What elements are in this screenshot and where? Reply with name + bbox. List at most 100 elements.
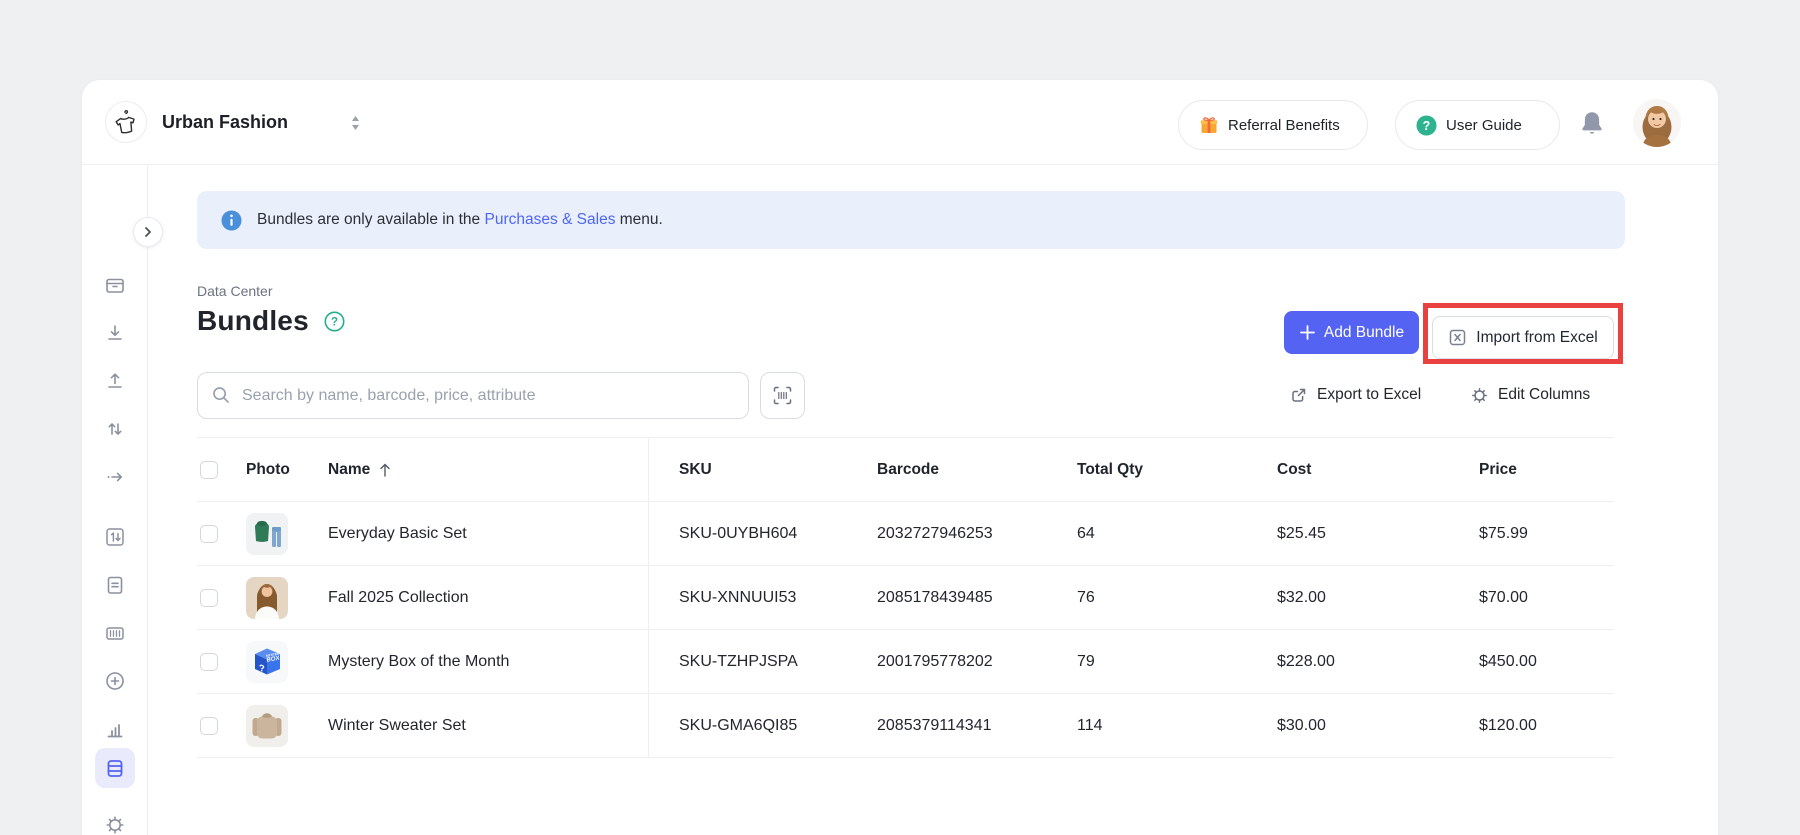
product-photo-blue-mystery-box: ? MYSTERY BOX: [246, 641, 288, 683]
svg-text:?: ?: [259, 662, 265, 674]
excel-icon: [1448, 328, 1467, 347]
workspace-selector[interactable]: [350, 80, 361, 165]
bundle-name: Mystery Box of the Month: [328, 653, 509, 671]
bundle-total-qty: 76: [1077, 589, 1095, 607]
bundle-barcode: 2001795778202: [877, 653, 993, 671]
gift-icon: [1199, 115, 1219, 135]
purchases-sales-link[interactable]: Purchases & Sales: [484, 211, 615, 228]
barcode-icon: [104, 622, 126, 644]
bundle-total-qty: 114: [1077, 717, 1103, 735]
bundle-sku: SKU-0UYBH604: [679, 525, 797, 543]
document-icon: [104, 574, 126, 596]
bundle-cost: $25.45: [1277, 525, 1326, 543]
edit-columns-button[interactable]: Edit Columns: [1470, 383, 1590, 407]
workspace-logo[interactable]: [105, 101, 147, 143]
sort-number-icon: [104, 526, 126, 548]
search-input[interactable]: [197, 372, 749, 419]
gear-icon: [1470, 386, 1489, 405]
bundles-table: Photo Name SKU Barcode Total Qty Cost Pr…: [197, 437, 1614, 758]
bundle-sku: SKU-TZHPJSPA: [679, 653, 798, 671]
expand-sidebar-button[interactable]: [133, 217, 163, 247]
sidebar-item-package[interactable]: [104, 274, 126, 296]
export-to-excel-button[interactable]: Export to Excel: [1289, 383, 1421, 407]
column-header-total-qty[interactable]: Total Qty: [1077, 461, 1143, 479]
settings-gear-icon: [104, 814, 126, 835]
bundle-barcode: 2085379114341: [877, 717, 992, 735]
svg-text:?: ?: [1423, 119, 1431, 133]
sidebar-item-documents[interactable]: [104, 574, 126, 596]
workspace-name: Urban Fashion: [162, 80, 288, 165]
bundle-cost: $32.00: [1277, 589, 1326, 607]
bundle-sku: SKU-GMA6QI85: [679, 717, 797, 735]
product-photo-woman-in-white-top: [246, 577, 288, 619]
row-checkbox[interactable]: [200, 589, 218, 607]
column-header-barcode[interactable]: Barcode: [877, 461, 939, 479]
export-icon: [1289, 386, 1308, 405]
user-guide-label: User Guide: [1446, 117, 1522, 134]
bundle-name: Winter Sweater Set: [328, 717, 466, 735]
banner-text: Bundles are only available in the Purcha…: [257, 211, 663, 229]
bell-icon: [1578, 108, 1606, 138]
bundle-sku: SKU-XNNUUI53: [679, 589, 796, 607]
table-row[interactable]: Everyday Basic Set SKU-0UYBH604 20327279…: [197, 502, 1614, 566]
package-icon: [104, 274, 126, 296]
notifications-button[interactable]: [1576, 107, 1608, 139]
sidebar-item-transfer[interactable]: [104, 418, 126, 440]
sidebar-item-bundles-active[interactable]: [95, 748, 135, 788]
bundle-price: $75.99: [1479, 525, 1528, 543]
sidebar-item-upload[interactable]: [104, 370, 126, 392]
avatar-memoji: [1633, 99, 1681, 147]
bundle-total-qty: 79: [1077, 653, 1095, 671]
product-photo-beige-sweater: [246, 705, 288, 747]
column-header-price[interactable]: Price: [1479, 461, 1517, 479]
column-header-photo[interactable]: Photo: [246, 461, 290, 479]
column-header-sku[interactable]: SKU: [679, 461, 712, 479]
user-guide-button[interactable]: ? User Guide: [1395, 100, 1560, 150]
sidebar-item-reports[interactable]: [104, 718, 126, 740]
page-help-button[interactable]: ?: [324, 311, 345, 332]
sidebar-item-count[interactable]: [104, 526, 126, 548]
column-header-cost[interactable]: Cost: [1277, 461, 1311, 479]
sidebar-item-add[interactable]: [104, 670, 126, 692]
info-icon: [221, 210, 242, 231]
sidebar-item-dispatch[interactable]: [104, 466, 126, 488]
sidebar-item-download[interactable]: [104, 322, 126, 344]
barcode-scan-button[interactable]: [760, 372, 805, 419]
sort-asc-icon: [378, 462, 392, 478]
row-checkbox[interactable]: [200, 525, 218, 543]
column-header-name[interactable]: Name: [328, 461, 392, 479]
svg-text:?: ?: [331, 316, 338, 328]
upload-icon: [104, 370, 126, 392]
search-icon: [211, 385, 231, 405]
main-content: Bundles are only available in the Purcha…: [148, 165, 1718, 835]
plus-circle-icon: [104, 670, 126, 692]
import-highlight-annotation: Import from Excel: [1423, 303, 1623, 364]
sidebar-item-barcodes[interactable]: [104, 622, 126, 644]
import-from-excel-button[interactable]: Import from Excel: [1432, 316, 1614, 359]
help-circle-icon: ?: [324, 311, 345, 332]
avatar[interactable]: [1633, 99, 1681, 147]
add-bundle-label: Add Bundle: [1324, 324, 1404, 342]
row-checkbox[interactable]: [200, 653, 218, 671]
table-row[interactable]: Winter Sweater Set SKU-GMA6QI85 20853791…: [197, 694, 1614, 758]
row-checkbox[interactable]: [200, 717, 218, 735]
sidebar-item-settings[interactable]: [104, 814, 126, 835]
table-row[interactable]: ? MYSTERY BOX Mystery Box of the Month S…: [197, 630, 1614, 694]
add-bundle-button[interactable]: Add Bundle: [1284, 311, 1419, 354]
select-all-checkbox[interactable]: [200, 461, 218, 479]
table-row[interactable]: Fall 2025 Collection SKU-XNNUUI53 208517…: [197, 566, 1614, 630]
bundle-price: $120.00: [1479, 717, 1537, 735]
referral-benefits-label: Referral Benefits: [1228, 117, 1340, 134]
barcode-scan-icon: [772, 385, 793, 406]
product-photo-green-hoodie-and-jeans: [246, 513, 288, 555]
chevron-up-down-icon: [350, 115, 361, 131]
edit-columns-label: Edit Columns: [1498, 386, 1590, 404]
chevron-right-icon: [142, 226, 154, 238]
plus-icon: [1299, 324, 1316, 341]
table-header-row: Photo Name SKU Barcode Total Qty Cost Pr…: [197, 437, 1614, 502]
export-to-excel-label: Export to Excel: [1317, 386, 1421, 404]
bundle-name: Everyday Basic Set: [328, 525, 467, 543]
bundle-cost: $228.00: [1277, 653, 1335, 671]
referral-benefits-button[interactable]: Referral Benefits: [1178, 100, 1368, 150]
bundle-name: Fall 2025 Collection: [328, 589, 469, 607]
